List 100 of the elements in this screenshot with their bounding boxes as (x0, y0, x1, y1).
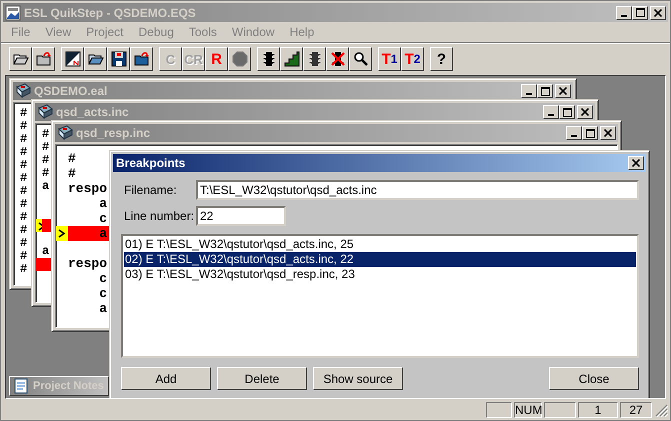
maximize-button[interactable] (537, 84, 553, 98)
code-line: # (20, 198, 28, 211)
toolbar-button[interactable] (130, 47, 153, 71)
maximize-icon (562, 108, 572, 116)
dialog-title: Breakpoints (116, 156, 186, 170)
code-line: # (20, 172, 28, 185)
list-item[interactable]: 02) E T:\ESL_W32\qstutor\qsd_acts.inc, 22 (124, 252, 636, 267)
toolbar-button[interactable] (61, 47, 84, 71)
dialog-button[interactable]: Add (121, 367, 211, 390)
code-line: # (20, 250, 28, 263)
window-title: ESL QuikStep - QSDEMO.EQS (24, 6, 196, 20)
status-panel: 27 (620, 402, 652, 418)
resize-grip-icon (654, 402, 668, 416)
toolbar-button[interactable] (280, 47, 303, 71)
status-panel: NUM (514, 402, 542, 418)
toolbar-button[interactable] (32, 47, 55, 71)
minimize-button[interactable] (566, 126, 582, 140)
toolbar-button[interactable]: ? (430, 47, 453, 71)
code-line: a (42, 180, 50, 193)
close-icon (581, 108, 589, 116)
close-button[interactable] (650, 6, 666, 20)
window-title: qsd_resp.inc (76, 126, 150, 140)
minimize-button[interactable] (616, 6, 632, 20)
close-button[interactable] (577, 105, 593, 119)
code-line: # (20, 185, 28, 198)
toolbar-button[interactable] (84, 47, 107, 71)
crossed-traffic-light-icon (330, 51, 346, 67)
list-item[interactable]: 03) E T:\ESL_W32\qstutor\qsd_resp.inc, 23 (124, 267, 636, 282)
code-line: # (42, 128, 50, 141)
maximize-icon (540, 86, 550, 96)
minimize-button[interactable] (543, 105, 559, 119)
code-line: # (20, 120, 28, 133)
close-button[interactable] (600, 126, 616, 140)
toolbar-button[interactable] (326, 47, 349, 71)
notebook-icon (57, 125, 73, 141)
minimize-icon (621, 14, 627, 16)
notes-icon (13, 378, 29, 394)
code-line: # (20, 224, 28, 237)
notebook-icon (37, 104, 53, 120)
dialog-button[interactable]: Delete (217, 367, 307, 390)
maximize-icon (586, 128, 594, 138)
close-icon (559, 87, 567, 95)
code-line: c (98, 287, 108, 300)
code-line: respo (68, 257, 108, 270)
input-field[interactable]: 22 (196, 206, 286, 226)
dialog-button[interactable]: Show source (313, 367, 403, 390)
code-line: # (20, 263, 28, 276)
code-line: # (42, 167, 50, 180)
dialog-button[interactable]: Close (549, 367, 639, 390)
code-line: # (42, 141, 50, 154)
code-line: # (20, 107, 28, 120)
code-line: # (20, 237, 28, 250)
list-item[interactable]: 01) E T:\ESL_W32\qstutor\qsd_acts.inc, 25 (124, 237, 636, 252)
maximize-icon (636, 8, 644, 17)
status-panel (486, 402, 512, 418)
folder-arrow-icon (134, 51, 150, 67)
close-button[interactable] (628, 156, 644, 170)
code-line: # (20, 211, 28, 224)
app-logo-icon (5, 4, 21, 20)
close-icon (654, 8, 662, 16)
code-line: a (98, 302, 108, 315)
toolbar-button[interactable] (349, 47, 372, 71)
octagon-icon (232, 51, 248, 67)
code-line: respo (68, 182, 108, 195)
code-line: # (20, 159, 28, 172)
code-line: # (42, 154, 50, 167)
toolbar-button[interactable] (107, 47, 130, 71)
notebook-icon (15, 83, 31, 99)
close-icon (604, 129, 612, 137)
maximize-button[interactable] (582, 126, 598, 140)
traffic-light-icon (306, 51, 322, 67)
search-icon (352, 51, 368, 67)
field-label: Filename: (123, 183, 178, 197)
code-line: a (42, 245, 50, 258)
maximize-button[interactable] (559, 105, 575, 119)
code-line: c (98, 272, 108, 285)
close-icon (632, 159, 640, 167)
close-button[interactable] (555, 84, 571, 98)
code-line: c (98, 212, 108, 225)
code-line: a (98, 227, 108, 240)
toolbar-button[interactable] (257, 47, 280, 71)
window-title: QSDEMO.eal (34, 84, 108, 98)
code-line: # (20, 133, 28, 146)
code-line: # (20, 146, 28, 159)
code-line: # (68, 152, 76, 165)
traffic-light-icon (260, 51, 276, 67)
code-line: # (68, 167, 76, 180)
window-title: qsd_acts.inc (56, 105, 129, 119)
status-panel (544, 402, 576, 418)
input-field[interactable]: T:\ESL_W32\qstutor\qsd_acts.inc (196, 180, 639, 200)
code-line: a (98, 197, 108, 210)
minimize-icon (571, 135, 577, 137)
maximize-button[interactable] (632, 6, 648, 20)
status-panel: 1 (578, 402, 618, 418)
field-label: Line number: (123, 209, 196, 223)
toolbar-button[interactable] (9, 47, 32, 71)
folder-arrow-icon (36, 51, 52, 67)
minimize-icon (548, 114, 554, 116)
split-square-icon (64, 51, 80, 67)
minimize-button[interactable] (521, 84, 537, 98)
